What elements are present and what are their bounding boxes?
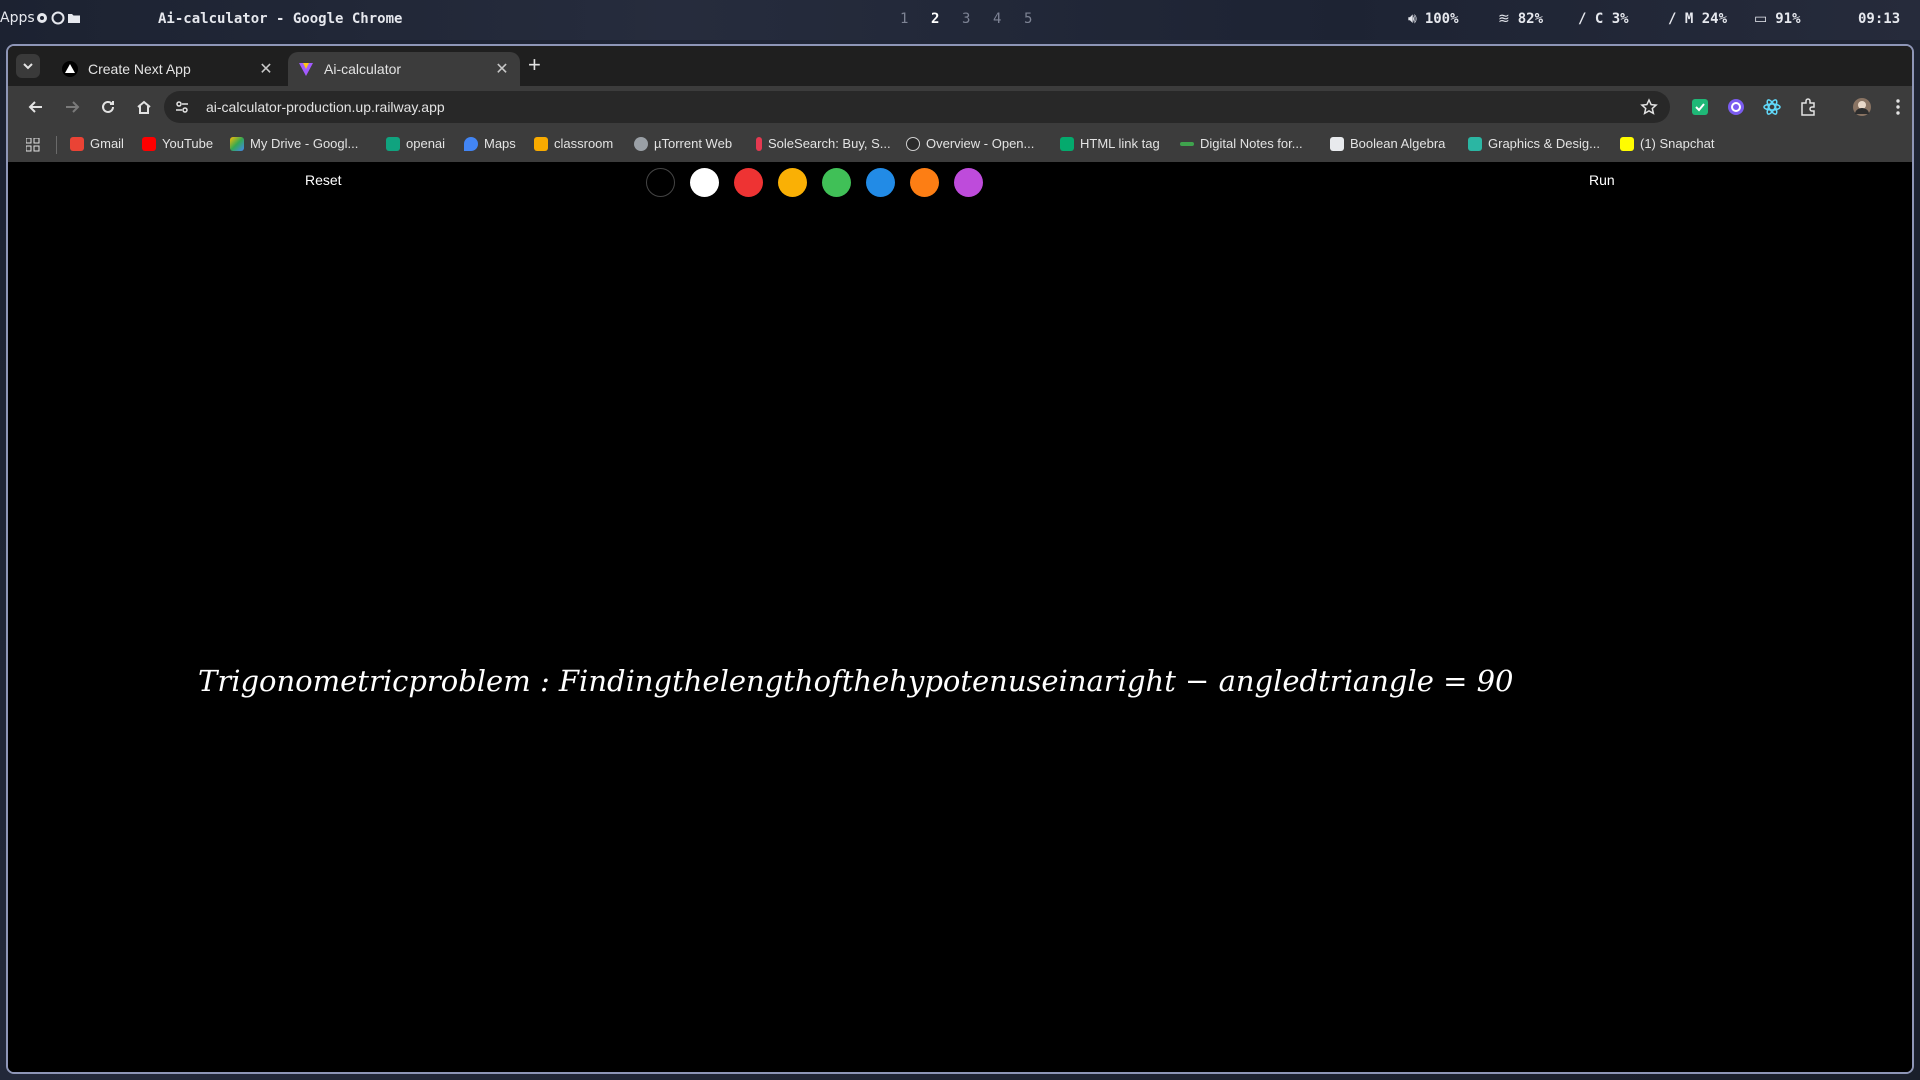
bookmark-graphics-design[interactable]: Graphics & Desig... [1468,136,1600,151]
workspace-3[interactable]: 3 [962,11,970,27]
wifi-status[interactable]: ≋ 82% [1498,11,1543,27]
apps-grid-icon[interactable] [26,138,40,152]
purple-extension-icon[interactable] [1726,97,1746,117]
home-icon [137,100,151,114]
vite-logo-icon [299,63,313,76]
reset-button[interactable]: Reset [305,172,342,188]
classroom-icon [534,136,548,151]
notes-icon [1180,141,1194,146]
workspace-2[interactable]: 2 [931,11,939,27]
bookmark-digital-notes[interactable]: Digital Notes for... [1180,136,1303,151]
result-latex-output[interactable]: Trigonometricproblem : Findingthelengtho… [198,664,1598,698]
bookmark-utorrent[interactable]: µTorrent Web [634,136,732,151]
clock: 09:13 [1858,11,1901,27]
youtube-icon [142,136,156,151]
settings-icon[interactable] [35,11,49,25]
bookmark-classroom[interactable]: classroom [534,136,613,151]
boolean-icon [1330,136,1344,151]
react-devtools-icon[interactable] [1762,97,1782,117]
address-bar[interactable]: ai-calculator-production.up.railway.app [164,91,1670,123]
color-swatch-white[interactable] [690,168,719,197]
wifi-icon: ≋ [1498,11,1510,27]
workspace-1[interactable]: 1 [900,11,908,27]
color-swatch-green[interactable] [822,168,851,197]
bookmark-gmail[interactable]: Gmail [70,136,124,151]
tab-strip: Create Next App ✕ Ai-calculator ✕ + [8,46,1912,86]
bookmark-openai[interactable]: openai [386,136,445,151]
tab-create-next-app[interactable]: Create Next App ✕ [52,52,284,86]
volume-status[interactable]: 🔊︎ 100% [1408,11,1459,27]
tab-title: Create Next App [88,61,191,77]
bookmark-snapchat[interactable]: (1) Snapchat [1620,136,1714,151]
color-swatch-black[interactable] [646,168,675,197]
snapchat-icon [1620,136,1634,151]
power-icon[interactable] [51,11,65,25]
avatar[interactable] [1852,97,1872,117]
battery-status: ▭ 91% [1754,11,1801,27]
run-button[interactable]: Run [1589,172,1615,188]
drive-icon [230,136,244,151]
color-swatch-purple[interactable] [954,168,983,197]
workspace-4[interactable]: 4 [993,11,1001,27]
menu-kebab-icon[interactable] [1888,97,1908,117]
color-swatch-red[interactable] [734,168,763,197]
url-text: ai-calculator-production.up.railway.app [206,99,445,115]
close-icon[interactable]: ✕ [494,59,510,79]
openai-dark-icon [906,136,920,151]
color-swatch-orange[interactable] [910,168,939,197]
solesearch-icon [756,136,762,151]
bookmarks-divider [56,136,57,154]
maps-icon [464,136,478,151]
arrow-right-icon [66,101,80,113]
chevron-down-icon [23,63,33,70]
system-bar: Apps Ai-calculator - Google Chrome 1 2 3… [0,0,1920,40]
gmail-icon [70,136,84,151]
battery-icon: ▭ [1754,11,1768,27]
close-icon[interactable]: ✕ [258,59,274,79]
tab-search-button[interactable] [16,54,40,78]
nextjs-triangle-icon [62,61,78,77]
forward-button[interactable] [60,95,84,119]
browser-window: Create Next App ✕ Ai-calculator ✕ + ai-c… [6,44,1914,1074]
window-title: Ai-calculator - Google Chrome [158,11,403,27]
bookmark-html-link-tag[interactable]: HTML link tag [1060,136,1160,151]
tab-title: Ai-calculator [324,61,402,77]
globe-icon [634,136,648,151]
bookmark-maps[interactable]: Maps [464,136,516,151]
graphics-icon [1468,136,1482,151]
site-info-icon[interactable] [174,99,190,115]
back-button[interactable] [24,95,48,119]
bookmark-star-icon[interactable] [1640,98,1658,116]
bookmark-my-drive[interactable]: My Drive - Googl... [230,136,358,151]
bookmark-overview-openai[interactable]: Overview - Open... [906,136,1034,151]
cpu-status: / C 3% [1578,11,1629,27]
new-tab-button[interactable]: + [528,52,541,78]
reload-icon [102,100,114,113]
shield-extension-icon[interactable] [1690,97,1710,117]
reload-button[interactable] [96,95,120,119]
folder-icon[interactable] [67,11,81,25]
bookmark-boolean-algebra[interactable]: Boolean Algebra [1330,136,1445,151]
memory-status: / M 24% [1668,11,1728,27]
arrow-left-icon [28,101,42,113]
apps-launcher[interactable]: Apps [0,10,35,26]
openai-icon [386,136,400,151]
bookmark-youtube[interactable]: YouTube [142,136,213,151]
color-swatch-blue[interactable] [866,168,895,197]
calculator-canvas[interactable]: Reset Run Trigonometricproblem : Finding… [8,162,1912,1072]
browser-toolbar: ai-calculator-production.up.railway.app [8,86,1912,128]
color-swatch-yellow[interactable] [778,168,807,197]
extensions-puzzle-icon[interactable] [1798,97,1818,117]
workspace-5[interactable]: 5 [1024,11,1032,27]
bookmark-solesearch[interactable]: SoleSearch: Buy, S... [756,136,891,151]
volume-icon: 🔊︎ [1408,11,1417,27]
tab-ai-calculator[interactable]: Ai-calculator ✕ [288,52,520,86]
w3-icon [1060,136,1074,151]
bookmarks-bar: Gmail YouTube My Drive - Googl... openai… [8,128,1912,162]
home-button[interactable] [132,95,156,119]
